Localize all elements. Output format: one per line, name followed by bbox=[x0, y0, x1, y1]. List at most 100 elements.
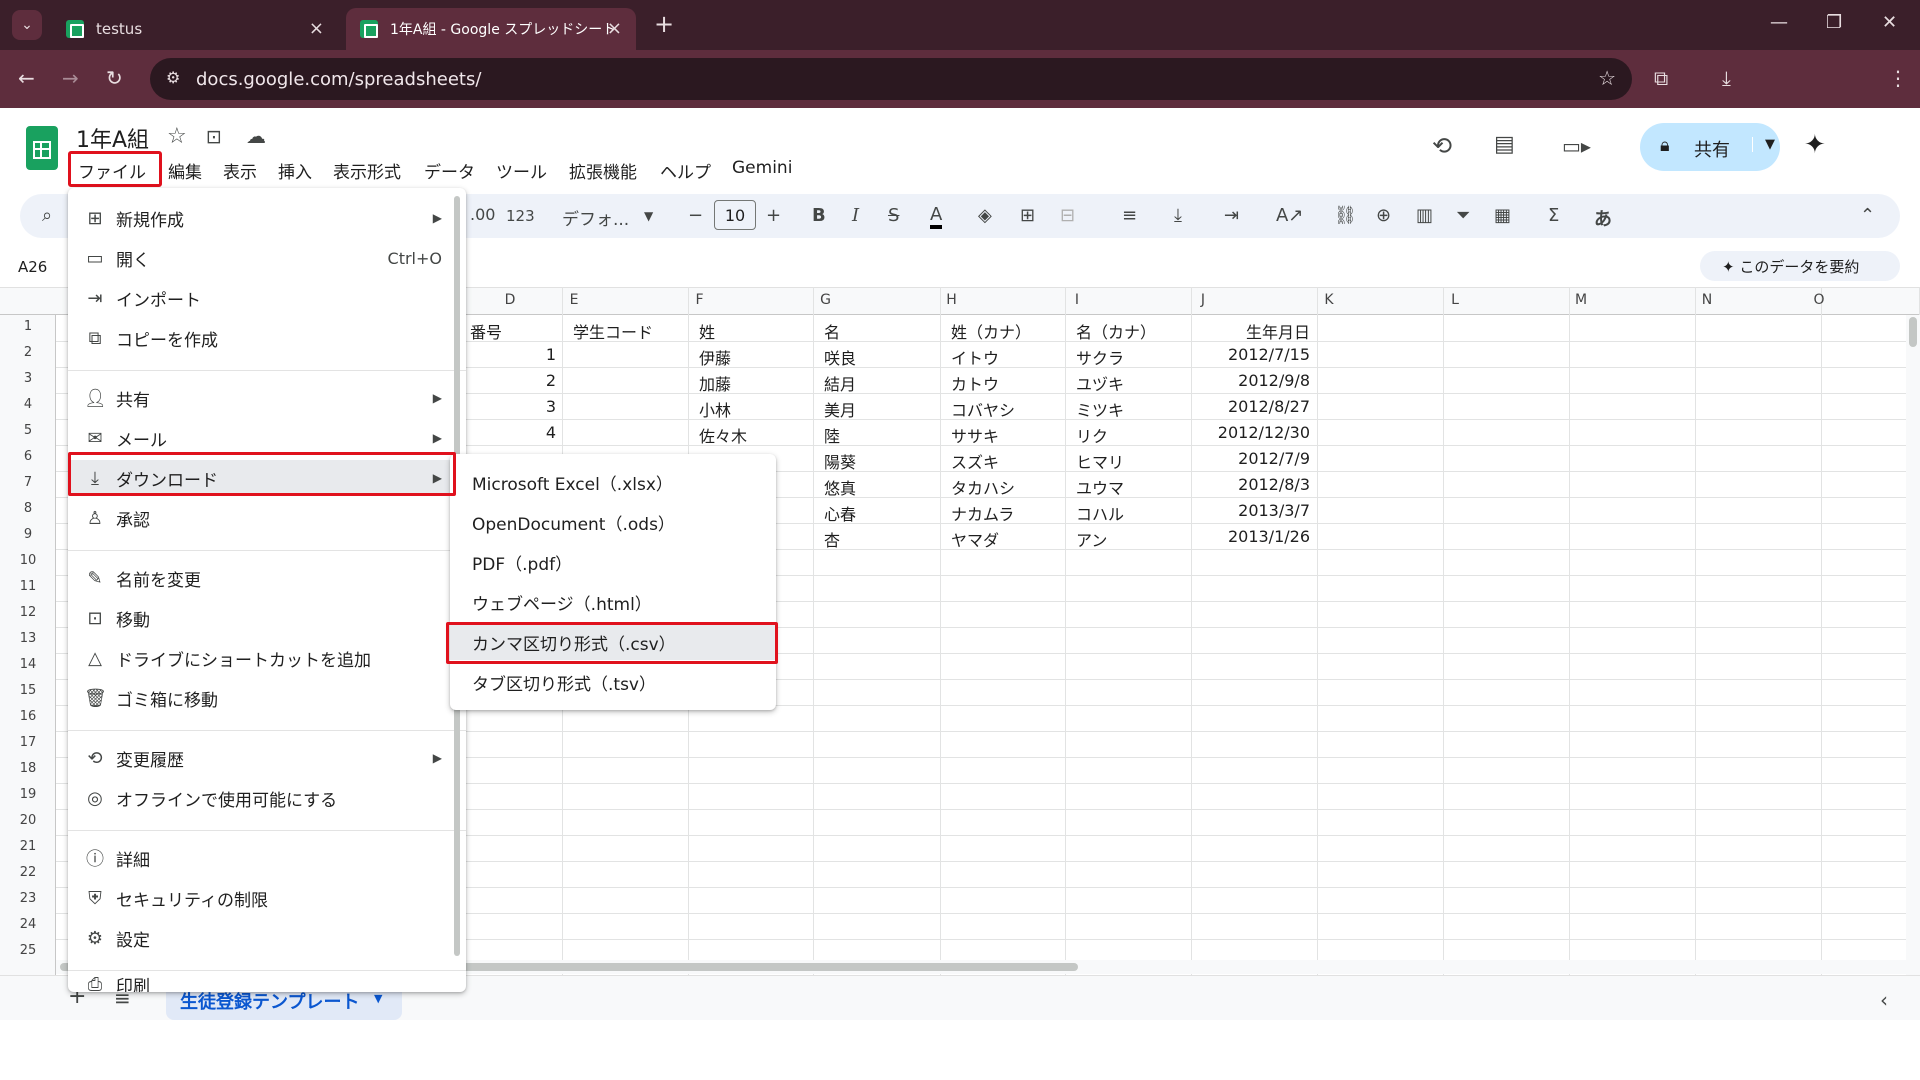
window-close-icon[interactable]: ✕ bbox=[1882, 12, 1897, 33]
download-option-4[interactable]: ウェブページ（.html） bbox=[450, 584, 776, 620]
table-cell[interactable]: 心春 bbox=[824, 501, 856, 525]
row-header-19[interactable]: 19 bbox=[0, 787, 56, 802]
row-header-17[interactable]: 17 bbox=[0, 735, 56, 750]
file-menu-item-security[interactable]: ⛨ セキュリティの制限 bbox=[68, 880, 466, 916]
horizontal-align-icon[interactable]: ≡ bbox=[1122, 205, 1137, 226]
file-menu-item-approval[interactable]: ♙ 承認 bbox=[68, 500, 466, 536]
file-menu-item-drive-shortcut[interactable]: △ ドライブにショートカットを追加 bbox=[68, 640, 466, 676]
table-cell[interactable]: ユヅキ bbox=[1076, 371, 1124, 395]
file-menu-item-copy[interactable]: ⧉ コピーを作成 bbox=[68, 320, 466, 356]
row-header-10[interactable]: 10 bbox=[0, 553, 56, 568]
row-header-8[interactable]: 8 bbox=[0, 501, 56, 516]
table-cell[interactable]: 2013/1/26 bbox=[1156, 527, 1310, 546]
table-cell[interactable]: 伊藤 bbox=[699, 345, 731, 369]
input-tools-icon[interactable]: あ bbox=[1594, 205, 1612, 231]
column-header-k[interactable]: K bbox=[1266, 292, 1392, 308]
functions-icon[interactable]: Σ bbox=[1548, 205, 1559, 226]
share-button[interactable]: 🔒︎ 共有 ▼ bbox=[1640, 123, 1780, 171]
downloads-icon[interactable]: ⤓ bbox=[1722, 66, 1731, 90]
menu-gemini[interactable]: Gemini bbox=[732, 158, 792, 178]
restore-icon[interactable]: ❐ bbox=[1826, 12, 1842, 33]
browser-tab-testus[interactable]: testus × bbox=[52, 8, 338, 50]
file-menu-item-settings[interactable]: ⚙ 設定 bbox=[68, 920, 466, 956]
table-cell[interactable]: カトウ bbox=[951, 371, 999, 395]
row-header-15[interactable]: 15 bbox=[0, 683, 56, 698]
table-cell[interactable]: 悠真 bbox=[824, 475, 856, 499]
vertical-align-icon[interactable]: ⤓ bbox=[1174, 205, 1182, 226]
row-header-18[interactable]: 18 bbox=[0, 761, 56, 776]
row-header-5[interactable]: 5 bbox=[0, 423, 56, 438]
font-size-input[interactable]: 10 bbox=[714, 200, 756, 230]
column-header-o[interactable]: O bbox=[1770, 292, 1868, 308]
table-cell[interactable]: ナカムラ bbox=[951, 501, 1014, 525]
row-header-22[interactable]: 22 bbox=[0, 865, 56, 880]
menu-format[interactable]: 表示形式 bbox=[333, 158, 401, 183]
new-tab-button[interactable]: + bbox=[654, 10, 674, 38]
table-cell[interactable]: リク bbox=[1076, 423, 1108, 447]
table-cell[interactable]: 小林 bbox=[699, 397, 731, 421]
column-header-n[interactable]: N bbox=[1644, 292, 1770, 308]
text-rotation-icon[interactable]: A↗ bbox=[1276, 205, 1303, 226]
row-header-16[interactable]: 16 bbox=[0, 709, 56, 724]
chevron-down-icon[interactable]: ▼ bbox=[644, 209, 653, 223]
download-option-1[interactable]: Microsoft Excel（.xlsx） bbox=[450, 464, 776, 500]
back-icon[interactable]: ← bbox=[18, 66, 35, 90]
star-icon[interactable]: ☆ bbox=[167, 124, 187, 149]
file-menu-item-info[interactable]: ⓘ 詳細 bbox=[68, 840, 466, 876]
row-header-25[interactable]: 25 bbox=[0, 943, 56, 958]
document-title[interactable]: 1年A組 bbox=[76, 122, 149, 154]
download-option-2[interactable]: OpenDocument（.ods） bbox=[450, 504, 776, 540]
table-cell[interactable]: イトウ bbox=[951, 345, 999, 369]
extensions-icon[interactable]: ⧉ bbox=[1654, 66, 1668, 90]
comments-icon[interactable]: ▤ bbox=[1494, 132, 1515, 157]
search-menus-icon[interactable]: ⌕ bbox=[42, 205, 52, 226]
fill-color-icon[interactable]: ◈ bbox=[978, 205, 992, 226]
version-history-icon[interactable]: ⟲ bbox=[1432, 132, 1452, 160]
download-option-6[interactable]: タブ区切り形式（.tsv） bbox=[450, 664, 776, 700]
row-header-24[interactable]: 24 bbox=[0, 917, 56, 932]
table-cell[interactable]: 2012/8/27 bbox=[1156, 397, 1310, 416]
row-header-12[interactable]: 12 bbox=[0, 605, 56, 620]
close-icon[interactable]: × bbox=[309, 18, 324, 39]
insert-comment-icon[interactable]: ⊕ bbox=[1376, 205, 1391, 226]
text-wrapping-icon[interactable]: ⇥ bbox=[1224, 205, 1239, 226]
table-cell[interactable]: ユウマ bbox=[1076, 475, 1124, 499]
table-cell[interactable]: 2012/7/15 bbox=[1156, 345, 1310, 364]
row-header-6[interactable]: 6 bbox=[0, 449, 56, 464]
table-cell[interactable]: スズキ bbox=[951, 449, 999, 473]
table-cell[interactable]: 陸 bbox=[824, 423, 840, 447]
chevron-down-icon[interactable]: ▼ bbox=[374, 992, 382, 1005]
table-cell[interactable]: ヒマリ bbox=[1076, 449, 1124, 473]
header-cell[interactable]: 名（カナ） bbox=[1076, 319, 1156, 343]
browser-tab-sheet[interactable]: 1年A組 - Google スプレッドシート × bbox=[346, 8, 636, 50]
file-menu-item-print[interactable]: ⎙ 印刷 bbox=[68, 976, 466, 992]
table-cell[interactable]: 杏 bbox=[824, 527, 840, 551]
column-header-m[interactable]: M bbox=[1518, 292, 1644, 308]
menu-edit[interactable]: 編集 bbox=[168, 158, 202, 183]
row-header-11[interactable]: 11 bbox=[0, 579, 56, 594]
minimize-icon[interactable]: — bbox=[1770, 12, 1788, 33]
bold-icon[interactable]: B bbox=[812, 205, 826, 226]
column-header-e[interactable]: E bbox=[511, 292, 637, 308]
table-cell[interactable]: 2013/3/7 bbox=[1156, 501, 1310, 520]
close-icon[interactable]: × bbox=[607, 18, 622, 39]
table-cell[interactable]: サクラ bbox=[1076, 345, 1124, 369]
row-header-4[interactable]: 4 bbox=[0, 397, 56, 412]
strikethrough-icon[interactable]: S bbox=[888, 205, 899, 226]
table-cell[interactable]: 2012/12/30 bbox=[1156, 423, 1310, 442]
chevron-down-icon[interactable]: ▼ bbox=[1752, 137, 1775, 152]
table-cell[interactable]: タカハシ bbox=[951, 475, 1015, 499]
row-header-20[interactable]: 20 bbox=[0, 813, 56, 828]
table-cell[interactable]: ヤマダ bbox=[951, 527, 999, 551]
row-header-3[interactable]: 3 bbox=[0, 371, 56, 386]
row-header-9[interactable]: 9 bbox=[0, 527, 56, 542]
file-menu-item-offline[interactable]: ◎ オフラインで使用可能にする bbox=[68, 780, 466, 816]
collapse-toolbar-icon[interactable]: ⌃ bbox=[1860, 205, 1875, 226]
address-bar[interactable]: ⚙ docs.google.com/spreadsheets/ ☆ bbox=[150, 58, 1632, 100]
move-folder-icon[interactable]: ⊡ bbox=[206, 126, 222, 148]
table-cell[interactable]: コバヤシ bbox=[951, 397, 1015, 421]
table-cell[interactable]: 佐々木 bbox=[699, 423, 747, 447]
column-header-j[interactable]: J bbox=[1140, 292, 1266, 308]
name-box[interactable]: A26 bbox=[18, 258, 47, 276]
sheets-logo-icon[interactable] bbox=[26, 126, 58, 170]
